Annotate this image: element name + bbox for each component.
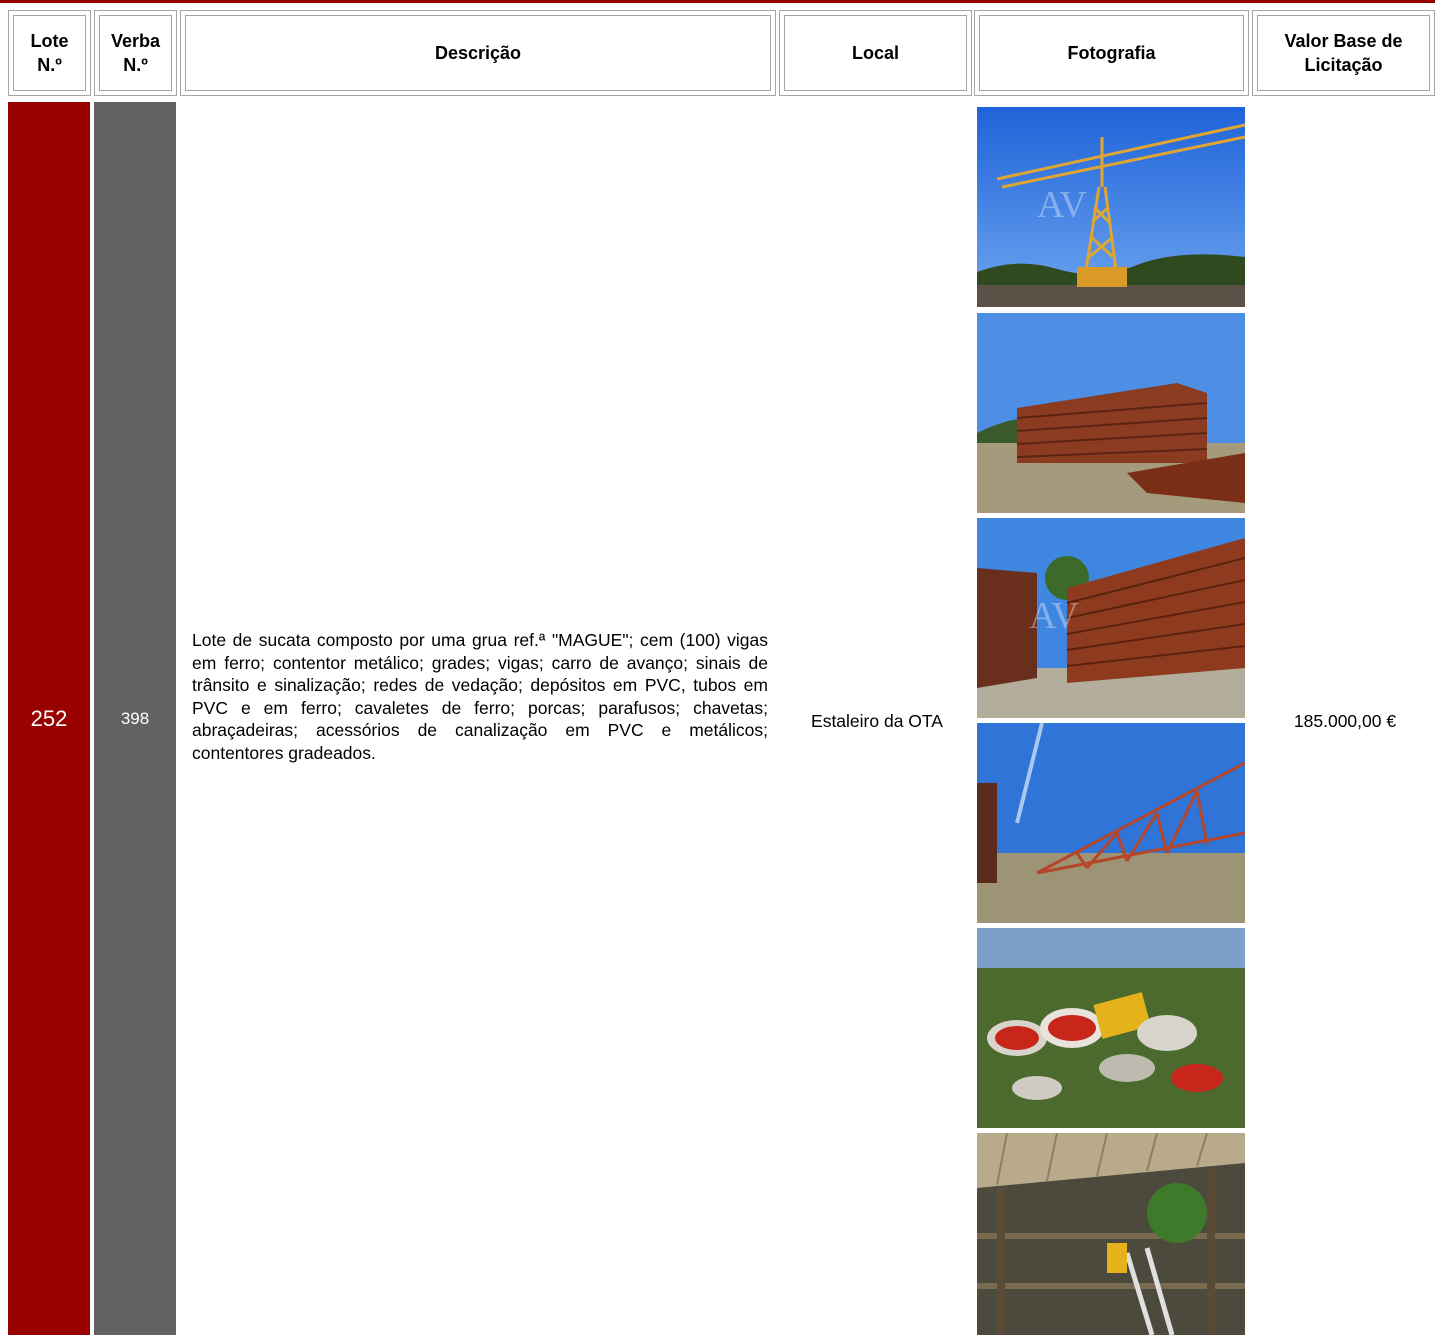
verba-number: 398 (120, 708, 150, 728)
header-lote: Lote N.º (8, 10, 91, 96)
header-valor: Valor Base de Licitação (1252, 10, 1435, 96)
header-verba-label: Verba N.º (110, 31, 161, 75)
storage-shed-photo (977, 1133, 1245, 1335)
verba-number-cell: 398 (94, 102, 176, 1335)
lote-number: 252 (30, 705, 68, 731)
lot-description: Lote de sucata composto por uma grua ref… (192, 630, 788, 763)
header-fotografia: Fotografia (974, 10, 1249, 96)
lot-base-value: 185.000,00 € (1293, 711, 1397, 731)
top-accent-rule (0, 0, 1435, 3)
crane-photo: AV (977, 107, 1245, 307)
header-fotografia-label: Fotografia (1067, 43, 1156, 63)
header-verba: Verba N.º (94, 10, 177, 96)
svg-text:AV: AV (1037, 184, 1088, 226)
header-local: Local (779, 10, 972, 96)
header-lote-label: Lote N.º (30, 31, 69, 75)
traffic-signs-photo (977, 928, 1245, 1128)
steel-beams-photo (977, 313, 1245, 513)
svg-text:AV: AV (1029, 595, 1080, 637)
header-descricao: Descrição (180, 10, 776, 96)
stacked-beams-photo: AV (977, 518, 1245, 718)
header-local-label: Local (851, 43, 899, 63)
lot-location: Estaleiro da OTA (811, 711, 943, 731)
crane-jib-photo (977, 723, 1245, 923)
header-valor-label: Valor Base de Licitação (1284, 31, 1403, 75)
lote-number-cell: 252 (8, 102, 90, 1335)
header-descricao-label: Descrição (434, 43, 522, 63)
